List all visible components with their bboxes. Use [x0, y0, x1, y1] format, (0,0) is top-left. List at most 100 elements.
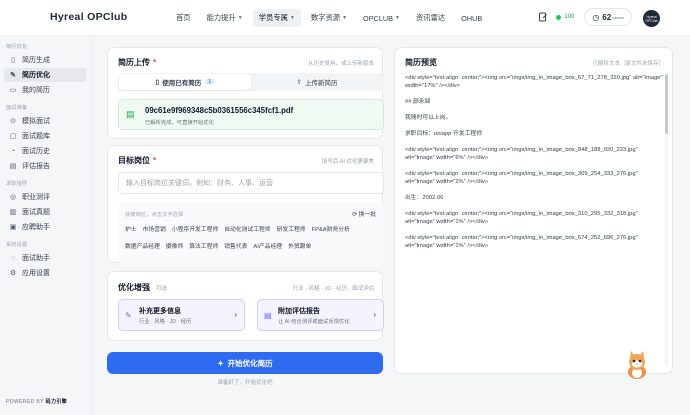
sidebar-item-real-questions[interactable]: ▥ 面试真题	[4, 205, 87, 219]
sidebar-item-career-test[interactable]: ◎ 职业测评	[4, 190, 87, 204]
position-tag[interactable]: 研发工程师	[277, 224, 306, 233]
sidebar-group-title: 面试准备	[6, 105, 28, 111]
enhance-card: 优化增强 可选 行业 · 风格 · JD · 经历 · 面试评估 ✎ 补充更多信息…	[107, 271, 384, 341]
card-title: 简历上传 *	[118, 58, 157, 67]
report-icon: ▤	[264, 311, 272, 320]
chevron-down-icon: ▼	[342, 15, 348, 21]
nav-item-resources[interactable]: 数字资源 ▼	[305, 9, 353, 27]
enhance-options: ✎ 补充更多信息 行业 · 风格 · JD · 经历 › ▤ 附加评估报告 让 …	[118, 299, 384, 331]
chevron-down-icon: ▼	[289, 15, 295, 21]
preview-line: <div style="text-align: center;"><img sr…	[405, 147, 638, 161]
position-tag[interactable]: 护士	[125, 224, 137, 233]
sidebar-item-interview-assistant[interactable]: ◌ 面试助手	[4, 251, 87, 265]
resume-preview-card: 简历预览 已解析文本（原文件未保存） <div style="text-alig…	[394, 47, 673, 374]
position-tag[interactable]: 市场营销	[143, 224, 166, 233]
add-more-info-button[interactable]: ✎ 补充更多信息 行业 · 风格 · JD · 经历 ›	[118, 299, 245, 331]
book-icon: ▥	[9, 209, 17, 216]
brand-logo[interactable]: Hyreal OPClub	[50, 11, 127, 23]
nav-item-members[interactable]: 学员专属 ▼	[252, 9, 301, 27]
selected-file[interactable]: ▤ 09c61e9f969348c5b0361556c345fcf1.pdf 已…	[118, 99, 384, 130]
tab-existing-resume[interactable]: ▯ 使用已有简历 1	[119, 74, 251, 90]
chevron-right-icon: ›	[373, 310, 376, 319]
position-tag[interactable]: 算法工程师	[189, 241, 218, 250]
sidebar-item-app-settings[interactable]: ⚙ 应用设置	[4, 266, 87, 280]
card-hint: 填写后 AI 优化更聚焦	[321, 159, 374, 165]
position-tag[interactable]: 自动化测试工程师	[224, 224, 270, 233]
sidebar-group-title: 简历优化	[6, 44, 28, 50]
sidebar-item-mock-interview[interactable]: ⊙ 模拟面试	[4, 114, 87, 128]
position-tags: 护士 市场营销 小程序开发工程师 自动化测试工程师 研发工程师 FP&A财务分析…	[125, 224, 380, 258]
folder-icon: ▭	[9, 87, 17, 94]
refresh-button[interactable]: ⟳ 换一批	[352, 209, 376, 218]
clock-icon: ◷	[592, 12, 600, 22]
position-tag[interactable]: 销售代表	[224, 241, 247, 250]
sparkle-icon: ✦	[217, 358, 224, 368]
preview-line: ## 颜永郅	[405, 99, 431, 105]
card-hint: 从历史复用，或上传新版本	[307, 61, 374, 67]
start-optimize-button[interactable]: ✦ 开始优化简历	[107, 352, 383, 374]
sidebar-item-resume-optimize[interactable]: ✎ 简历优化	[4, 68, 87, 82]
ready-hint: 准备好了，开始优化吧	[217, 380, 273, 386]
assistant-icon: ◌	[10, 254, 16, 262]
nav-item-news[interactable]: 资讯雷达	[410, 9, 451, 27]
cat-mascot-icon[interactable]	[624, 350, 650, 380]
target-position-input[interactable]: 输入目标岗位关键词，例如：财务、人事、运营	[118, 172, 384, 194]
position-tag[interactable]: 摄像师	[166, 241, 183, 250]
top-right-tools: 100 ◷ 62 tokens	[534, 8, 632, 26]
compass-icon: ◎	[9, 194, 17, 201]
coin-counter: 100	[556, 14, 574, 20]
chat-icon: ▢	[9, 133, 17, 140]
upload-tabs: ▯ 使用已有简历 1 ⇧ 上传新简历	[118, 73, 384, 91]
chevron-down-icon: ▼	[237, 15, 243, 21]
file-icon: ▤	[126, 109, 135, 119]
preview-line: 我随时可以上岗。	[405, 115, 452, 121]
edit-icon: ✎	[125, 311, 132, 320]
attach-report-button[interactable]: ▤ 附加评估报告 让 AI 结合测评或面试反馈优化 ›	[257, 299, 384, 331]
nav-item-home[interactable]: 首页	[170, 9, 197, 27]
resume-tool-icon[interactable]	[534, 8, 552, 26]
nav-item-opclub[interactable]: OPCLUB ▼	[357, 10, 406, 27]
preview-line: 出生：2002.06	[405, 195, 444, 201]
avatar[interactable]: Hyreal OPClub	[643, 10, 660, 27]
document-edit-icon: ✎	[10, 72, 16, 79]
file-status: 已解析完成，可直接开始优化	[145, 120, 214, 126]
sidebar-item-question-bank[interactable]: ▢ 面试题库	[4, 129, 87, 143]
upload-icon: ⇧	[296, 79, 302, 86]
tab-upload-new[interactable]: ⇧ 上传新简历	[251, 74, 383, 90]
balance-pill[interactable]: ◷ 62 tokens	[584, 8, 632, 26]
gear-icon: ⚙	[9, 270, 17, 277]
sidebar-item-job-assistant[interactable]: ▣ 应聘助手	[4, 220, 87, 234]
nav-item-ohub[interactable]: OHUB	[455, 10, 488, 27]
card-hint: 行业 · 风格 · JD · 经历 · 面试评估	[292, 286, 374, 292]
position-tag[interactable]: 数据产品经理	[125, 241, 160, 250]
quick-positions: 快捷岗位，点击文字选择 ⟳ 换一批 护士 市场营销 小程序开发工程师 自动化测试…	[118, 202, 384, 264]
coin-icon	[556, 14, 562, 20]
scrollbar-thumb[interactable]	[665, 74, 668, 134]
position-tag[interactable]: AI产品经理	[253, 241, 282, 250]
sidebar-item-resume-generate[interactable]: ▯ 简历生成	[4, 53, 87, 67]
preview-line: <div style="text-align: center;"><img sr…	[405, 211, 638, 225]
preview-line: <div style="text-align: center;"><img sr…	[405, 235, 638, 249]
preview-line: <div style="text-align: center;"><img sr…	[405, 171, 638, 185]
sidebar-item-evaluation-report[interactable]: ▤ 评估报告	[4, 159, 87, 173]
file-name: 09c61e9f969348c5b0361556c345fcf1.pdf	[145, 106, 294, 115]
resume-upload-card: 简历上传 * 从历史复用，或上传新版本 ▯ 使用已有简历 1 ⇧ 上传新简历 ▤ 09c…	[107, 47, 384, 139]
top-navigation-bar: Hyreal OPClub 首页 能力提升 ▼ 学员专属 ▼ 数字资源 ▼ OPCLU…	[0, 0, 690, 36]
position-tag[interactable]: 小程序开发工程师	[172, 224, 218, 233]
document-icon: ▯	[155, 79, 160, 86]
position-tag[interactable]: FP&A财务分析	[312, 224, 350, 233]
main-nav: 首页 能力提升 ▼ 学员专属 ▼ 数字资源 ▼ OPCLUB ▼ 资讯雷达 OHUB	[170, 7, 492, 29]
target-position-card: 目标岗位 * 填写后 AI 优化更聚焦 输入目标岗位关键词，例如：财务、人事、运营…	[107, 145, 384, 264]
card-hint: 已解析文本（原文件未保存）	[592, 61, 664, 67]
sidebar-item-my-resume[interactable]: ▭ 我的简历	[4, 83, 87, 97]
sidebar: 简历优化 ▯ 简历生成 ✎ 简历优化 ▭ 我的简历 面试准备 ⊙ 模拟面试 ▢ 面试题库 …	[0, 36, 92, 415]
position-tag[interactable]: 外贸跟单	[288, 241, 311, 250]
card-title: 目标岗位 *	[118, 156, 157, 165]
powered-by: POWERED BY 码力引擎	[6, 399, 68, 405]
nav-item-skills[interactable]: 能力提升 ▼	[201, 9, 249, 27]
count-badge: 1	[205, 79, 215, 85]
preview-scrollbar[interactable]	[665, 74, 668, 366]
sidebar-group-title: 求职指导	[6, 181, 28, 187]
sidebar-group-title: 系统设置	[6, 242, 28, 248]
sidebar-item-interview-history[interactable]: ◔ 面试历史	[4, 144, 87, 158]
